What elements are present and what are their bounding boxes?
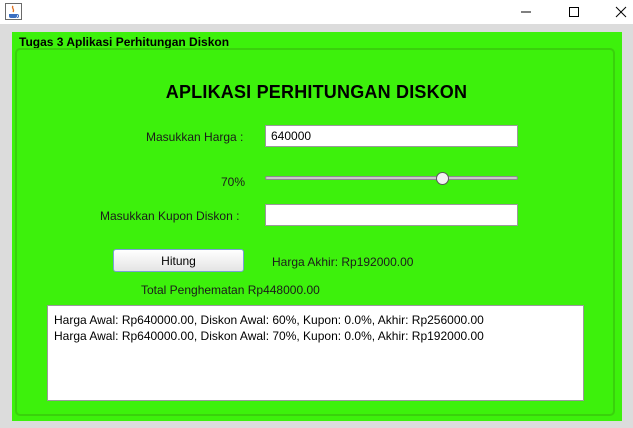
window-titlebar xyxy=(0,0,633,24)
history-line: Harga Awal: Rp640000.00, Diskon Awal: 70… xyxy=(54,329,484,343)
java-app-icon xyxy=(5,3,22,20)
discount-slider[interactable] xyxy=(265,176,518,180)
close-icon[interactable] xyxy=(598,0,633,24)
price-label: Masukkan Harga : xyxy=(146,130,244,144)
minimize-icon[interactable] xyxy=(503,0,549,24)
history-line: Harga Awal: Rp640000.00, Diskon Awal: 60… xyxy=(54,313,484,327)
coupon-input[interactable] xyxy=(265,204,518,226)
discount-slider-thumb[interactable] xyxy=(435,172,449,185)
history-textarea[interactable]: Harga Awal: Rp640000.00, Diskon Awal: 60… xyxy=(47,305,584,401)
final-price-label: Harga Akhir: Rp192000.00 xyxy=(272,255,414,269)
coupon-label: Masukkan Kupon Diskon : xyxy=(100,209,240,223)
maximize-icon[interactable] xyxy=(551,0,597,24)
panel-title: Tugas 3 Aplikasi Perhitungan Diskon xyxy=(19,35,230,49)
page-title: APLIKASI PERHITUNGAN DISKON xyxy=(165,82,468,102)
total-savings-label: Total Penghematan Rp448000.00 xyxy=(141,283,320,297)
calculate-button[interactable]: Hitung xyxy=(113,249,244,272)
discount-percent-label: 70% xyxy=(221,175,246,189)
price-input[interactable]: 640000 xyxy=(265,125,518,147)
